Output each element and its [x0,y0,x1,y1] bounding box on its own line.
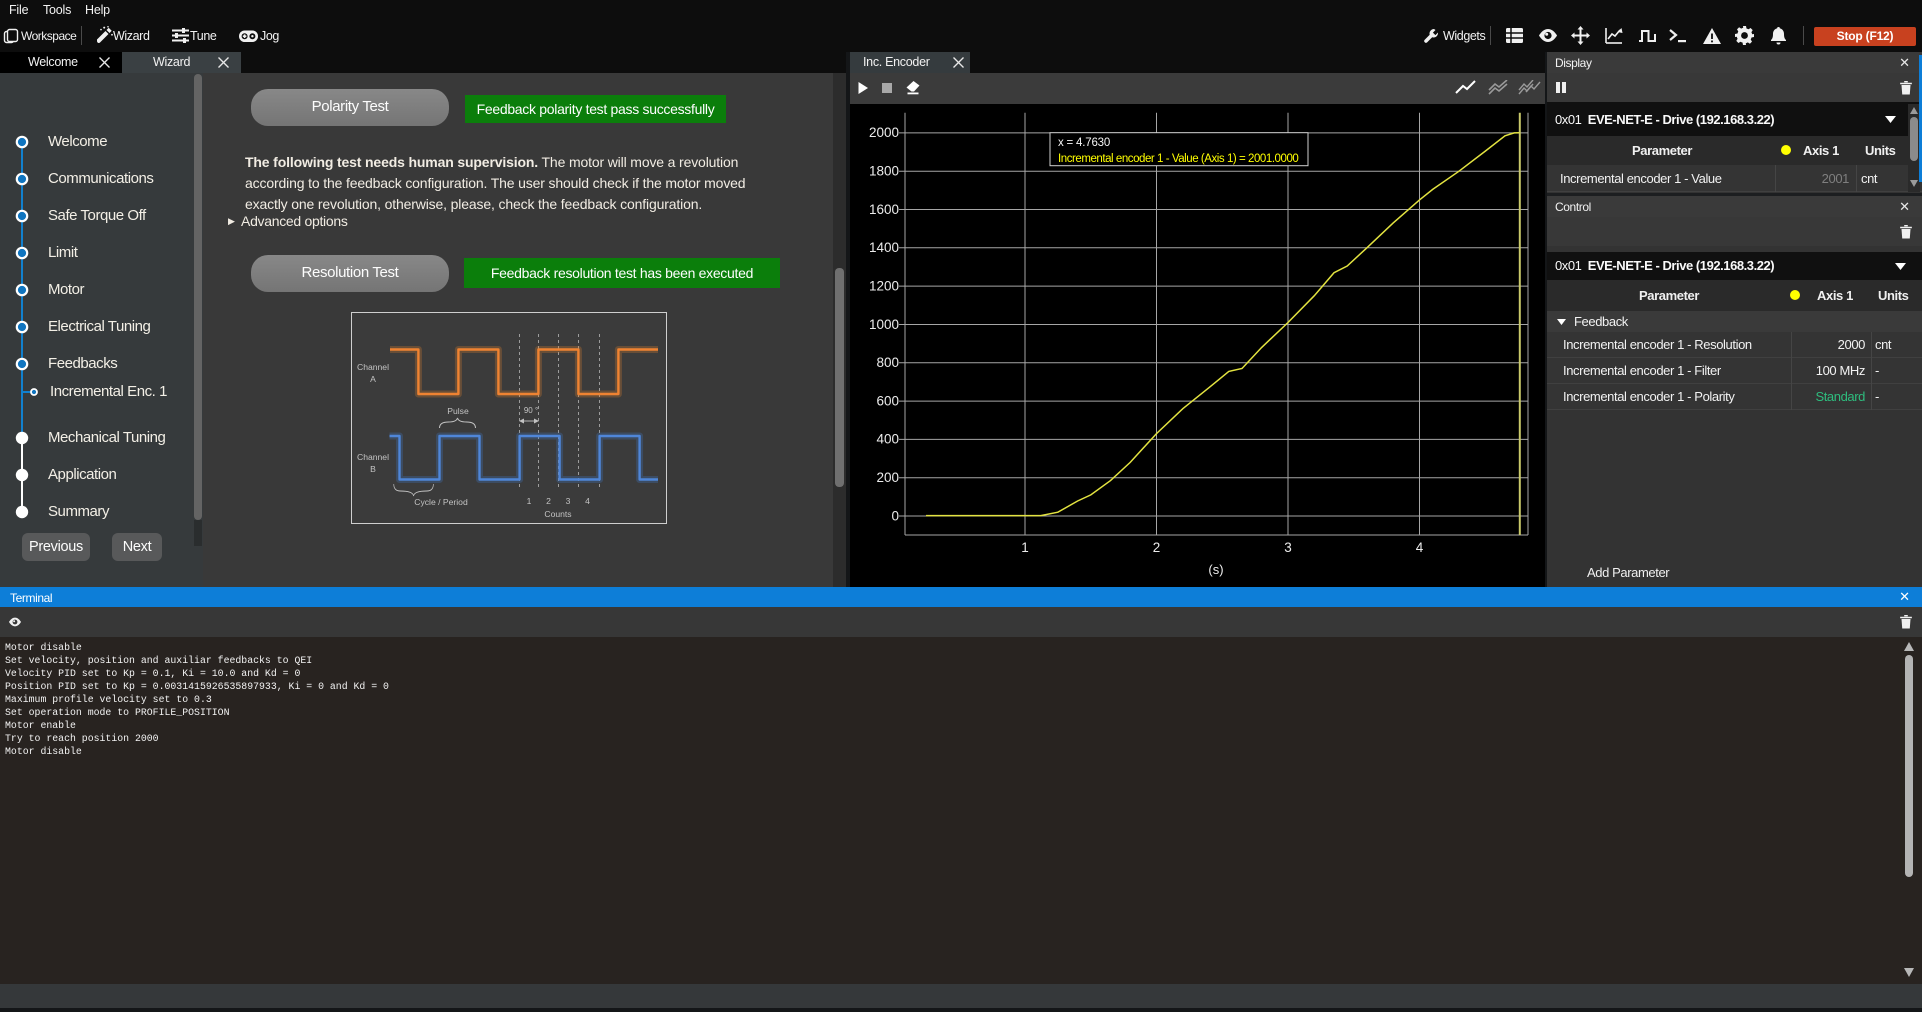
svg-text:4: 4 [1416,540,1424,555]
svg-text:1: 1 [1021,540,1029,555]
svg-text:1600: 1600 [869,202,899,217]
svg-text:4: 4 [585,496,590,506]
svg-text:400: 400 [876,432,899,447]
svg-text:3: 3 [566,496,571,506]
svg-text:1800: 1800 [869,164,899,179]
svg-text:2: 2 [1153,540,1161,555]
svg-text:Channel: Channel [357,452,389,462]
svg-text:90 °: 90 ° [524,406,538,415]
svg-text:600: 600 [876,393,899,408]
svg-text:1000: 1000 [869,317,899,332]
svg-text:1400: 1400 [869,240,899,255]
svg-text:(s): (s) [1208,562,1223,577]
svg-text:B: B [370,464,376,474]
svg-text:Cycle / Period: Cycle / Period [414,497,468,507]
svg-text:1200: 1200 [869,278,899,293]
svg-text:Counts: Counts [544,509,571,519]
svg-text:1: 1 [527,496,532,506]
svg-text:200: 200 [876,470,899,485]
svg-text:800: 800 [876,355,899,370]
svg-text:0: 0 [891,508,899,523]
svg-text:2000: 2000 [869,125,899,140]
svg-text:Channel: Channel [357,362,389,372]
svg-text:2: 2 [546,496,551,506]
svg-text:Incremental encoder 1 - Value: Incremental encoder 1 - Value (Axis 1) =… [1058,153,1298,165]
svg-text:3: 3 [1284,540,1292,555]
svg-text:A: A [370,374,376,384]
svg-text:x = 4.7630: x = 4.7630 [1058,137,1110,149]
svg-text:Pulse: Pulse [447,406,469,416]
